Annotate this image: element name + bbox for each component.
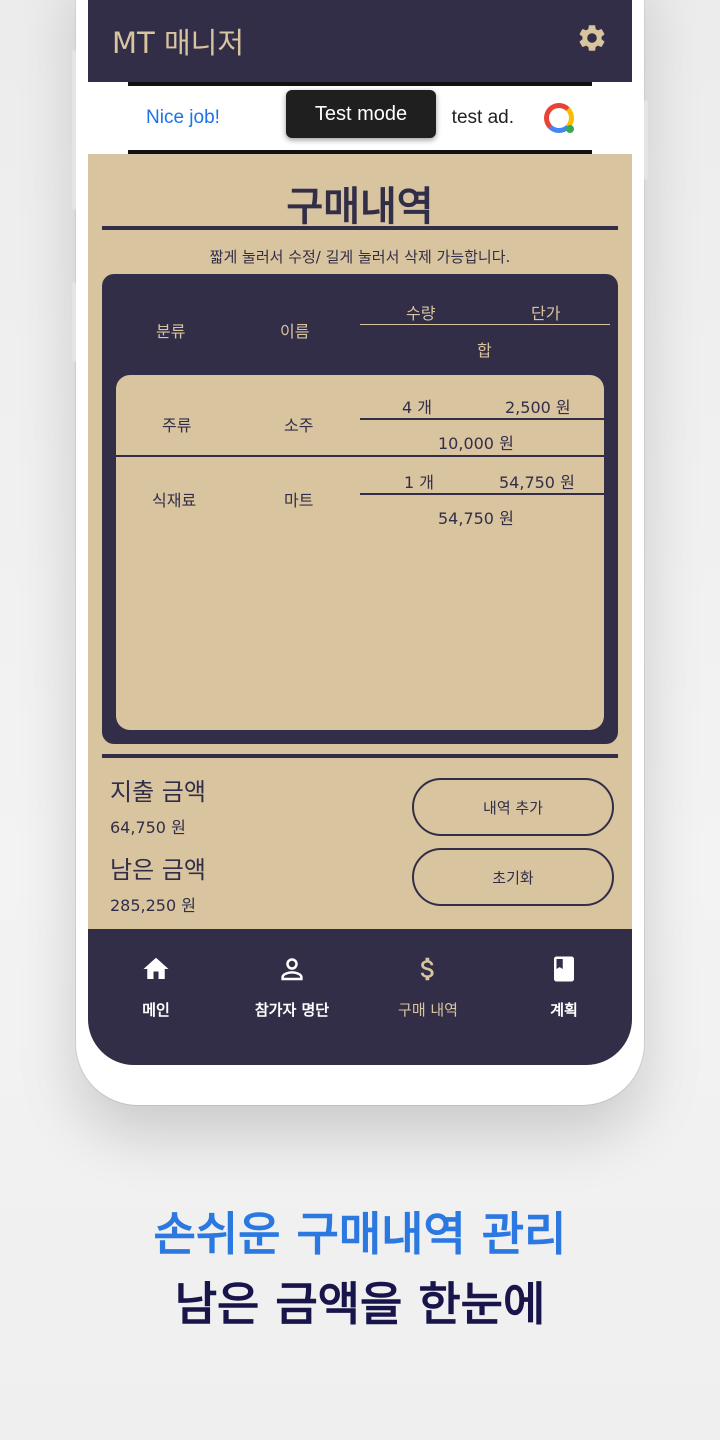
phone-frame: MT 매니저 Nice job! test ad. Test mode 구매내역… <box>72 0 648 1105</box>
remaining-value: 285,250 원 <box>110 896 196 915</box>
spent-value: 64,750 원 <box>110 818 186 837</box>
side-button <box>644 100 648 180</box>
row-category: 주류 <box>162 416 192 435</box>
hint-text: 짧게 눌러서 수정/ 길게 눌러서 삭제 가능합니다. <box>209 248 511 266</box>
side-button <box>72 50 76 210</box>
header-qty: 수량 <box>406 304 436 323</box>
purchase-table: 분류 이름 수량 단가 합 주류 소주 4 개 2,500 원 10,000 원 <box>102 274 618 744</box>
row-divider <box>360 493 604 495</box>
row-divider <box>360 418 604 420</box>
row-price: 54,750 원 <box>499 473 575 492</box>
nav-item-plan[interactable]: 계획 <box>496 929 632 1065</box>
remaining-label: 남은 금액 <box>110 856 206 884</box>
gear-icon[interactable] <box>576 22 608 60</box>
header-total: 합 <box>477 341 492 360</box>
promo-line-1: 손쉬운 구매내역 관리 <box>153 1207 567 1261</box>
book-icon <box>548 953 580 985</box>
row-total: 54,750 원 <box>438 509 514 528</box>
page-title: 구매내역 <box>286 184 434 230</box>
header-price: 단가 <box>531 304 561 323</box>
bottom-nav: 메인 참가자 명단 구매 내역 계획 <box>88 929 632 1065</box>
app-title: MT 매니저 <box>112 26 244 60</box>
ad-left-text: Nice job! <box>146 107 220 128</box>
side-button <box>72 282 76 362</box>
row-qty: 1 개 <box>404 473 434 492</box>
promo-line-2: 남은 금액을 한눈에 <box>174 1277 546 1331</box>
app-screen: MT 매니저 Nice job! test ad. Test mode 구매내역… <box>88 0 632 1065</box>
nav-label: 참가자 명단 <box>254 1001 330 1019</box>
nav-label: 계획 <box>550 1001 578 1019</box>
home-icon <box>140 953 172 985</box>
ad-area: Nice job! test ad. Test mode <box>88 82 632 154</box>
app-bar: MT 매니저 <box>88 0 632 82</box>
row-price: 2,500 원 <box>505 398 571 417</box>
ad-logo-icon <box>544 103 574 133</box>
nav-label: 구매 내역 <box>398 1001 458 1019</box>
table-row[interactable]: 식재료 마트 1 개 54,750 원 54,750 원 <box>116 457 604 539</box>
row-name: 소주 <box>284 416 314 435</box>
row-name: 마트 <box>284 491 314 510</box>
row-category: 식재료 <box>152 491 197 510</box>
summary-section: 지출 금액 64,750 원 남은 금액 285,250 원 내역 추가 초기화 <box>102 758 618 928</box>
add-entry-button[interactable]: 내역 추가 <box>412 778 614 836</box>
spent-label: 지출 금액 <box>110 778 206 806</box>
table-row[interactable]: 주류 소주 4 개 2,500 원 10,000 원 <box>116 375 604 457</box>
table-header: 분류 이름 수량 단가 합 <box>102 274 618 374</box>
nav-label: 메인 <box>142 1001 170 1019</box>
page-content: 구매내역 짧게 눌러서 수정/ 길게 눌러서 삭제 가능합니다. 분류 이름 수… <box>88 154 632 928</box>
ad-right-text: test ad. <box>451 107 514 128</box>
reset-button[interactable]: 초기화 <box>412 848 614 906</box>
person-icon <box>276 953 308 985</box>
row-qty: 4 개 <box>402 398 432 417</box>
test-mode-toast: Test mode <box>286 90 436 138</box>
dollar-icon <box>412 953 444 985</box>
header-name: 이름 <box>280 322 310 341</box>
header-category: 분류 <box>156 322 186 341</box>
header-divider <box>360 324 610 325</box>
nav-item-main[interactable]: 메인 <box>88 929 224 1065</box>
row-total: 10,000 원 <box>438 434 514 453</box>
table-body[interactable]: 주류 소주 4 개 2,500 원 10,000 원 식재료 마트 1 개 54… <box>116 375 604 730</box>
nav-item-participants[interactable]: 참가자 명단 <box>224 929 360 1065</box>
nav-item-purchases[interactable]: 구매 내역 <box>360 929 496 1065</box>
